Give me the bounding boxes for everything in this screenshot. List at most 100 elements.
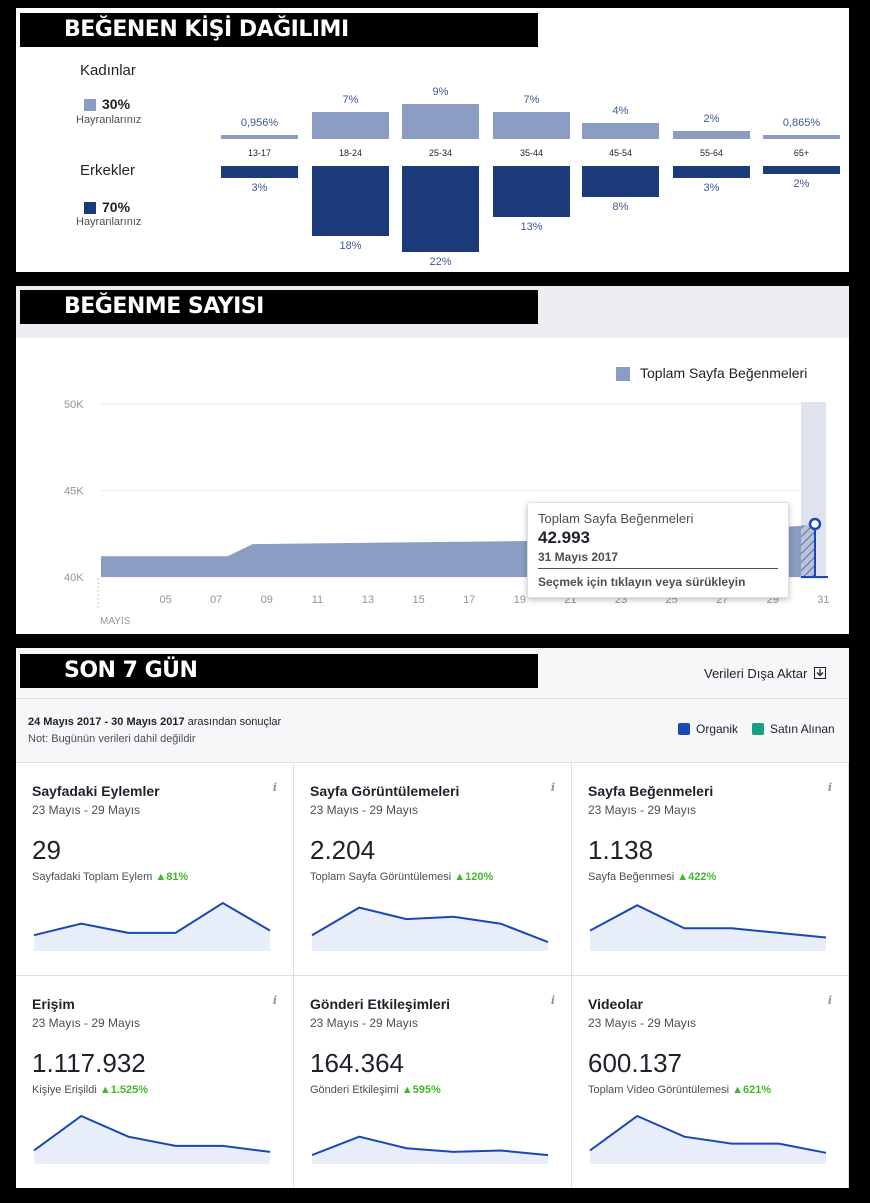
female-pct-label-25-34: 9% xyxy=(432,85,449,98)
sparkline xyxy=(33,1114,271,1164)
female-pct-label-55-64: 2% xyxy=(703,113,720,126)
card-change: ▲621% xyxy=(732,1084,772,1096)
age-label-55-64: 55-64 xyxy=(699,148,724,158)
demographics-chart: 0,956% 3% 13-17 7% 18% 18-24 9% 22% 25-34 7% 13% 35… xyxy=(16,8,849,272)
frame-gap-2 xyxy=(0,634,870,648)
card-date-range: 23 Mayıs - 29 Mayıs xyxy=(32,1016,141,1030)
card-date-range: 23 Mayıs - 29 Mayıs xyxy=(310,1016,419,1030)
organic-swatch xyxy=(678,723,690,735)
metric-card[interactable]: Videolar i 23 Mayıs - 29 Mayıs 600.137 Topla… xyxy=(572,976,849,1188)
card-change: ▲81% xyxy=(155,871,189,883)
metric-card[interactable]: Sayfa Beğenmeleri i 23 Mayıs - 29 Mayıs 1.1… xyxy=(572,763,849,976)
male-bar-13-17[interactable] xyxy=(221,166,298,178)
results-suffix: arasından sonuçlar xyxy=(187,716,282,728)
female-bar-18-24[interactable] xyxy=(312,111,389,139)
info-icon[interactable]: i xyxy=(828,994,832,1007)
xtick-13: 13 xyxy=(362,594,374,606)
xtick-31: 31 xyxy=(817,594,829,606)
male-bar-35-44[interactable] xyxy=(493,166,570,217)
sparkline xyxy=(311,1135,549,1164)
ytick-50K: 50K xyxy=(64,399,84,411)
age-label-25-34: 25-34 xyxy=(428,148,453,158)
tooltip-date: 31 Mayıs 2017 xyxy=(538,550,619,564)
card-sub-label: Sayfa Beğenmesi xyxy=(588,871,675,883)
legend-paid[interactable]: Satın Alınan xyxy=(752,722,835,736)
likes-tooltip: Toplam Sayfa Beğenmeleri 42.993 31 Mayıs… xyxy=(527,502,789,598)
card-subtitle: Toplam Sayfa Görüntülemesi ▲120% xyxy=(310,871,493,883)
info-icon[interactable]: i xyxy=(828,781,832,794)
card-subtitle: Toplam Video Görüntülemesi ▲621% xyxy=(588,1084,771,1096)
xtick-19: 19 xyxy=(514,594,526,606)
female-bar-65+[interactable] xyxy=(763,135,840,139)
selected-day-bar xyxy=(801,525,815,577)
male-pct-label-55-64: 3% xyxy=(703,181,720,194)
female-bar-45-54[interactable] xyxy=(582,123,659,139)
card-title: Videolar xyxy=(588,996,643,1012)
frame-top xyxy=(0,0,870,8)
card-sub-label: Gönderi Etkileşimi xyxy=(310,1084,399,1096)
female-bar-13-17[interactable] xyxy=(221,135,298,139)
frame-right xyxy=(849,0,870,1203)
card-value: 2.204 xyxy=(310,835,376,865)
export-data-link[interactable]: Verileri Dışa Aktar xyxy=(704,666,826,681)
female-bar-55-64[interactable] xyxy=(673,131,750,139)
ytick-45K: 45K xyxy=(64,486,84,498)
sparkline xyxy=(589,904,827,951)
age-label-35-44: 35-44 xyxy=(519,148,544,158)
results-range: 24 Mayıs 2017 - 30 Mayıs 2017 xyxy=(28,716,185,728)
female-pct-label-35-44: 7% xyxy=(523,93,540,106)
card-value: 600.137 xyxy=(588,1048,682,1078)
sparkline xyxy=(311,906,549,951)
info-icon[interactable]: i xyxy=(551,781,555,794)
card-title: Erişim xyxy=(32,996,75,1012)
metric-card[interactable]: Gönderi Etkileşimleri i 23 Mayıs - 29 Mayı… xyxy=(294,976,572,1188)
male-bar-18-24[interactable] xyxy=(312,166,389,237)
card-subtitle: Sayfadaki Toplam Eylem ▲81% xyxy=(32,871,188,883)
male-bar-55-64[interactable] xyxy=(673,166,750,178)
female-pct-label-13-17: 0,956% xyxy=(240,117,279,129)
organic-label: Organik xyxy=(696,722,739,736)
card-date-range: 23 Mayıs - 29 Mayıs xyxy=(310,803,419,817)
legend-organic[interactable]: Organik xyxy=(678,722,738,736)
male-bar-45-54[interactable] xyxy=(582,166,659,198)
male-bar-25-34[interactable] xyxy=(402,166,479,252)
paid-swatch xyxy=(752,723,764,735)
info-icon[interactable]: i xyxy=(273,994,277,1007)
male-bar-65+[interactable] xyxy=(763,166,840,174)
marker-point xyxy=(808,517,822,531)
card-sub-label: Toplam Sayfa Görüntülemesi xyxy=(310,871,452,883)
male-pct-label-65+: 2% xyxy=(793,177,810,190)
card-sub-label: Kişiye Erişildi xyxy=(32,1084,97,1096)
frame-bottom xyxy=(0,1188,870,1203)
tooltip-title: Toplam Sayfa Beğenmeleri xyxy=(538,511,694,526)
info-icon[interactable]: i xyxy=(273,781,277,794)
female-bar-35-44[interactable] xyxy=(493,111,570,139)
last7-panel: SON 7 GÜN Verileri Dışa Aktar 24 Mayıs 2… xyxy=(16,648,849,1188)
xtick-07: 07 xyxy=(210,594,222,606)
header-divider xyxy=(16,698,849,699)
x-axis-label: MAYIS xyxy=(100,616,131,627)
ytick-40K: 40K xyxy=(64,572,84,584)
card-sub-label: Toplam Video Görüntülemesi xyxy=(588,1084,730,1096)
female-bar-25-34[interactable] xyxy=(402,103,479,139)
card-change: ▲595% xyxy=(401,1084,441,1096)
metric-card[interactable]: Sayfadaki Eylemler i 23 Mayıs - 29 Mayıs 29… xyxy=(16,763,294,976)
age-label-65+: 65+ xyxy=(793,148,810,158)
card-value: 1.117.932 xyxy=(32,1048,146,1078)
card-subtitle: Sayfa Beğenmesi ▲422% xyxy=(588,871,716,883)
download-icon xyxy=(813,667,826,679)
male-pct-label-13-17: 3% xyxy=(251,181,268,194)
metric-card[interactable]: Erişim i 23 Mayıs - 29 Mayıs 1.117.932 Kişiy… xyxy=(16,976,294,1188)
metric-cards: Sayfadaki Eylemler i 23 Mayıs - 29 Mayıs 29… xyxy=(16,762,849,1188)
female-pct-label-18-24: 7% xyxy=(342,93,359,106)
male-pct-label-35-44: 13% xyxy=(520,220,543,233)
card-change: ▲422% xyxy=(677,871,717,883)
info-icon[interactable]: i xyxy=(551,994,555,1007)
export-label: Verileri Dışa Aktar xyxy=(704,666,808,681)
xtick-15: 15 xyxy=(412,594,424,606)
tooltip-divider xyxy=(538,568,778,569)
age-label-45-54: 45-54 xyxy=(608,148,633,158)
metric-card[interactable]: Sayfa Görüntülemeleri i 23 Mayıs - 29 Mayı… xyxy=(294,763,572,976)
xtick-17: 17 xyxy=(463,594,475,606)
frame-left xyxy=(0,0,16,1203)
